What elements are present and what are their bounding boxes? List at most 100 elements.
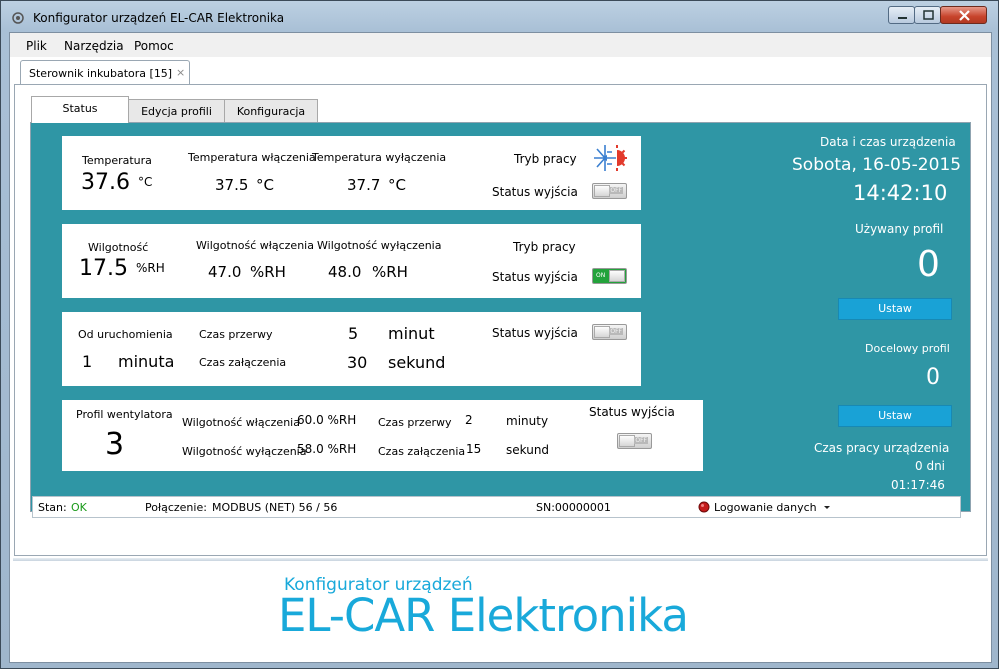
toggle-state: OFF	[609, 187, 623, 194]
brand-logo: Konfigurator urządzeń EL-CAR Elektronika	[13, 564, 988, 660]
temperature-value: 37.6	[81, 170, 130, 195]
set-target-profile-button[interactable]: Ustaw	[838, 405, 952, 427]
fan-pause-label: Czas przerwy	[378, 416, 452, 429]
humidity-output-toggle[interactable]: ON	[592, 268, 627, 284]
humidity-on-unit: %RH	[250, 263, 286, 281]
tab-konfiguracja-label: Konfiguracja	[236, 105, 306, 118]
temperature-off-label: Temperatura wyłączenia	[312, 151, 447, 164]
temperature-panel: Temperatura 37.6 °C Temperatura włączeni…	[62, 136, 641, 210]
temperature-on-unit: °C	[256, 176, 274, 194]
client-area: Plik Narzędzia Pomoc Sterownik inkubator…	[9, 32, 992, 663]
set-used-profile-button[interactable]: Ustaw	[838, 298, 952, 320]
logging-dropdown[interactable]: Logowanie danych	[714, 501, 817, 514]
used-profile-label: Używany profil	[855, 222, 944, 236]
tab-close-icon[interactable]: ×	[176, 66, 185, 79]
device-time: 14:42:10	[853, 181, 948, 205]
humidity-panel: Wilgotność 17.5 %RH Wilgotność włączenia…	[62, 224, 641, 298]
humidity-label: Wilgotność	[88, 241, 149, 254]
heat-cool-icon	[594, 145, 627, 171]
fan-output-toggle[interactable]: OFF	[617, 433, 652, 449]
humidity-on-value: 47.0	[208, 263, 242, 281]
title-bar[interactable]: Konfigurator urządzeń EL-CAR Elektronika	[1, 1, 998, 33]
runtime-label: Czas pracy urządzenia	[814, 441, 950, 455]
fan-on-label: Czas załączenia	[378, 445, 466, 458]
tab-konfiguracja[interactable]: Konfiguracja	[224, 99, 318, 122]
temperature-off-value: 37.7	[347, 176, 381, 194]
temperature-output-label: Status wyjścia	[492, 185, 578, 199]
humidity-off-unit: %RH	[372, 263, 408, 281]
state-value: OK	[71, 501, 87, 514]
uptime-unit: minuta	[118, 352, 175, 371]
uptime-value: 1	[82, 352, 93, 371]
on-time-unit: sekund	[388, 353, 446, 372]
timer-output-toggle[interactable]: OFF	[592, 324, 627, 340]
tab-status[interactable]: Status	[31, 96, 129, 123]
maximize-button[interactable]	[914, 6, 941, 24]
document-tab-label: Sterownik inkubatora [15]	[29, 67, 173, 80]
pause-unit: minut	[388, 324, 435, 343]
status-bar: Stan: OK Połączenie: MODBUS (NET) 56 / 5…	[32, 496, 961, 518]
tab-edycja-profili-label: Edycja profili	[141, 105, 212, 118]
fan-panel: Profil wentylatora 3 Wilgotność włączeni…	[62, 400, 703, 471]
menu-pomoc[interactable]: Pomoc	[134, 39, 174, 53]
humidity-mode-label: Tryb pracy	[513, 240, 576, 254]
window-title: Konfigurator urządzeń EL-CAR Elektronika	[33, 11, 285, 25]
temperature-off-unit: °C	[388, 176, 406, 194]
app-window: Konfigurator urządzeń EL-CAR Elektronika…	[0, 0, 999, 669]
fan-hum-on-value: 60.0 %RH	[297, 413, 357, 427]
fan-hum-on-label: Wilgotność włączenia	[182, 416, 300, 429]
temperature-label: Temperatura	[82, 154, 152, 167]
temperature-output-toggle[interactable]: OFF	[592, 183, 627, 199]
fan-pause-value: 2	[465, 413, 473, 427]
humidity-unit: %RH	[136, 261, 165, 275]
toggle-state: OFF	[609, 328, 623, 335]
chevron-down-icon[interactable]	[823, 505, 831, 510]
divider	[13, 558, 988, 561]
menu-plik[interactable]: Plik	[26, 39, 47, 53]
toggle-knob	[619, 435, 635, 447]
timer-output-label: Status wyjścia	[492, 326, 578, 340]
runtime-days: 0 dni	[915, 459, 946, 473]
datetime-label: Data i czas urządzenia	[820, 135, 956, 149]
timer-panel: Od uruchomienia 1 minuta Czas przerwy 5 …	[62, 312, 641, 386]
fan-pause-unit: minuty	[506, 414, 549, 428]
minimize-button[interactable]	[888, 6, 915, 24]
connection-label: Połączenie:	[145, 501, 207, 514]
serial-number: SN:00000001	[536, 501, 611, 514]
connection-value: MODBUS (NET) 56 / 56	[212, 501, 338, 514]
toggle-knob	[594, 185, 610, 197]
humidity-value: 17.5	[79, 256, 128, 281]
status-panel: Temperatura 37.6 °C Temperatura włączeni…	[30, 122, 971, 518]
pause-value: 5	[348, 324, 359, 343]
logging-indicator-icon	[698, 501, 710, 513]
restore-icon	[923, 10, 934, 20]
toggle-state: OFF	[634, 437, 648, 444]
target-profile-value: 0	[926, 365, 940, 390]
fan-hum-off-label: Wilgotność wyłączenia	[182, 445, 307, 458]
fan-profile-value: 3	[105, 427, 125, 462]
menu-narzedzia[interactable]: Narzędzia	[64, 39, 124, 53]
toggle-state: ON	[596, 272, 606, 279]
minimize-icon	[898, 17, 907, 19]
document-area: Status Edycja profili Konfiguracja Tempe…	[14, 84, 987, 556]
toggle-knob	[594, 326, 610, 338]
pause-label: Czas przerwy	[199, 328, 273, 341]
device-date: Sobota, 16-05-2015	[792, 155, 962, 175]
tab-status-label: Status	[62, 102, 98, 115]
fan-on-unit: sekund	[506, 443, 550, 457]
humidity-off-label: Wilgotność wyłączenia	[317, 239, 442, 252]
runtime-time: 01:17:46	[891, 478, 945, 492]
close-button[interactable]	[940, 6, 987, 24]
humidity-on-label: Wilgotność włączenia	[196, 239, 314, 252]
used-profile-value: 0	[917, 244, 940, 285]
close-icon	[959, 10, 970, 21]
on-time-label: Czas załączenia	[199, 356, 287, 369]
temperature-on-value: 37.5	[215, 176, 249, 194]
fan-on-value: 15	[466, 442, 482, 456]
temperature-on-label: Temperatura włączenia	[188, 151, 316, 164]
state-label: Stan:	[38, 501, 67, 514]
document-tab[interactable]: Sterownik inkubatora [15] ×	[20, 60, 190, 85]
temperature-mode-label: Tryb pracy	[514, 152, 577, 166]
tab-edycja-profili[interactable]: Edycja profili	[128, 99, 225, 122]
uptime-label: Od uruchomienia	[78, 328, 173, 341]
